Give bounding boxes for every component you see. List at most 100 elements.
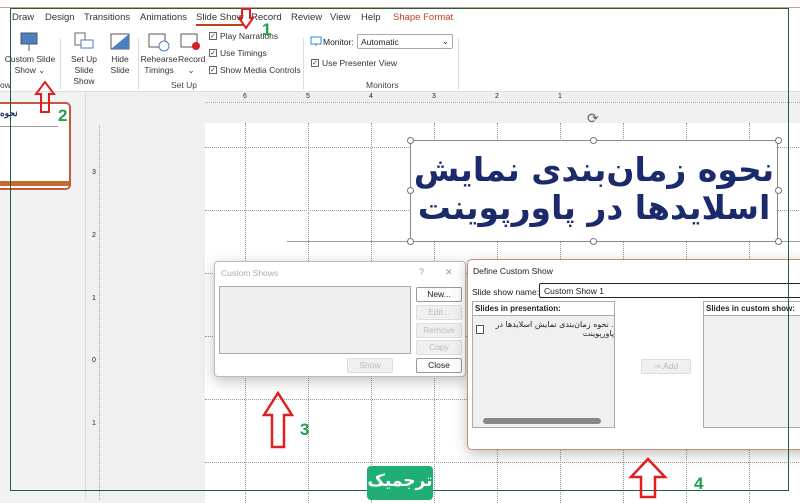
ribbon: Draw Design Transitions Animations Slide… [0, 8, 800, 92]
ruler-tick: 2 [495, 93, 499, 100]
title-bar-edge [0, 0, 800, 8]
divider [458, 38, 459, 90]
arrow-up-icon [262, 391, 294, 449]
slide-show-name-value: Custom Show 1 [544, 286, 604, 296]
tab-draw[interactable]: Draw [12, 12, 34, 23]
close-button[interactable]: Close [416, 358, 462, 373]
show-media-controls-label: Show Media Controls [220, 65, 301, 75]
resize-handle[interactable] [775, 187, 782, 194]
monitor-icon [310, 36, 322, 46]
arrow-up-icon [34, 80, 56, 113]
rotate-handle-icon[interactable]: ⟳ [587, 110, 599, 127]
watermark-logo: ترجمیک [367, 466, 433, 500]
divider [303, 38, 304, 90]
title-line-1: نحوه زمان‌بندی نمایش [413, 150, 775, 189]
tab-animations[interactable]: Animations [140, 12, 187, 23]
horizontal-scrollbar[interactable] [483, 418, 601, 424]
list-header: Slides in presentation: [473, 302, 614, 316]
group-label-partial: ow [0, 80, 11, 90]
hide-slide-label: Hide Slide [110, 54, 130, 75]
tab-view[interactable]: View [330, 12, 350, 23]
ruler-tick: 3 [432, 93, 436, 100]
custom-shows-dialog: Custom Shows ? ✕ New... Edit... Remove C… [214, 261, 466, 377]
custom-slide-show-label: Custom Slide Show ⌄ [4, 54, 56, 75]
resize-handle[interactable] [775, 238, 782, 245]
remove-button[interactable]: Remove [416, 323, 462, 338]
tab-design[interactable]: Design [45, 12, 75, 23]
slides-in-presentation-list[interactable]: Slides in presentation: . نحوه زمان‌بندی… [472, 301, 615, 428]
arrow-down-icon [238, 8, 254, 30]
monitor-value: Automatic [361, 37, 399, 47]
set-up-icon [74, 32, 94, 49]
show-media-controls-checkbox[interactable]: ✓ Show Media Controls [209, 65, 301, 75]
add-label: Add [662, 361, 679, 371]
list-item[interactable]: . نحوه زمان‌بندی نمایش اسلایدها در پاورپ… [476, 320, 614, 338]
title-textbox[interactable]: نحوه زمان‌بندی نمایش اسلایدها در پاورپوی… [410, 140, 778, 242]
monitor-dropdown[interactable]: Automatic ⌄ [357, 34, 453, 49]
arrow-right-icon: ⇒ [653, 361, 663, 371]
annotation-number: 4 [694, 474, 704, 493]
monitor-label: Monitor: [323, 37, 354, 47]
title-line-2: اسلایدها در پاورپوینت [417, 188, 771, 227]
resize-handle[interactable] [590, 238, 597, 245]
show-button[interactable]: Show [347, 358, 393, 373]
ruler-tick: 2 [92, 232, 96, 239]
chevron-down-icon: ⌄ [441, 36, 449, 46]
vertical-ruler: 3 2 1 0 1 [92, 125, 100, 500]
edit-button[interactable]: Edit... [416, 305, 462, 320]
divider [60, 38, 61, 90]
record-icon [180, 33, 200, 50]
tab-transitions[interactable]: Transitions [84, 12, 130, 23]
resize-handle[interactable] [590, 137, 597, 144]
dialog-title: Define Custom Show [473, 266, 553, 276]
close-icon[interactable]: ✕ [445, 267, 453, 278]
record-label: Record ⌄ [178, 54, 206, 75]
use-timings-checkbox[interactable]: ✓ Use Timings [209, 48, 267, 58]
custom-shows-list[interactable] [219, 286, 411, 354]
tab-slide-show[interactable]: Slide Show [196, 12, 244, 26]
resize-handle[interactable] [775, 137, 782, 144]
resize-handle[interactable] [407, 238, 414, 245]
check-icon: ✓ [209, 32, 217, 40]
new-button[interactable]: New... [416, 287, 462, 302]
thumbnail-bar [0, 181, 69, 186]
slide-item-label: . نحوه زمان‌بندی نمایش اسلایدها در پاورپ… [495, 320, 614, 338]
checkbox[interactable] [476, 324, 484, 334]
group-label-monitors: Monitors [366, 80, 399, 90]
resize-handle[interactable] [407, 137, 414, 144]
slides-in-custom-show-list[interactable]: Slides in custom show: [703, 301, 800, 428]
tab-shape-format[interactable]: Shape Format [393, 12, 453, 23]
check-icon: ✓ [209, 49, 217, 57]
ruler-tick: 5 [306, 93, 310, 100]
use-timings-label: Use Timings [220, 48, 267, 58]
slide-show-name-label: Slide show name: [472, 287, 540, 297]
check-icon: ✓ [311, 59, 319, 67]
custom-slide-show-icon [20, 32, 38, 51]
resize-handle[interactable] [407, 187, 414, 194]
set-up-slide-show-label: Set Up Slide Show [71, 54, 97, 86]
rehearse-timings-button[interactable]: Rehearse Timings [140, 30, 178, 80]
slide-show-name-input[interactable]: Custom Show 1 [539, 283, 800, 298]
tab-review[interactable]: Review [291, 12, 322, 23]
set-up-slide-show-button[interactable]: Set Up Slide Show [63, 30, 105, 86]
divider [138, 38, 139, 90]
ruler-tick: 0 [92, 357, 96, 364]
record-button[interactable]: Record ⌄ [178, 30, 206, 80]
check-icon: ✓ [209, 66, 217, 74]
rehearse-timings-label: Rehearse Timings [140, 54, 178, 75]
hide-slide-button[interactable]: Hide Slide [106, 30, 134, 80]
gridline [205, 462, 800, 463]
copy-button[interactable]: Copy [416, 340, 462, 355]
tab-help[interactable]: Help [361, 12, 381, 23]
slide-title: نحوه زمان‌بندی نمایش اسلایدها در پاورپوی… [411, 141, 777, 227]
ruler-tick: 3 [92, 169, 96, 176]
add-button[interactable]: ⇒ Add [641, 359, 691, 374]
use-presenter-view-label: Use Presenter View [322, 58, 397, 68]
group-label-set-up: Set Up [171, 80, 197, 90]
help-button[interactable]: ? [419, 267, 424, 277]
annotation-number: 3 [300, 420, 310, 439]
ruler-tick: 1 [558, 93, 562, 100]
horizontal-ruler: 6 5 4 3 2 1 [205, 93, 800, 103]
use-presenter-view-checkbox[interactable]: ✓ Use Presenter View [311, 58, 397, 68]
annotation-number: 2 [58, 106, 68, 125]
